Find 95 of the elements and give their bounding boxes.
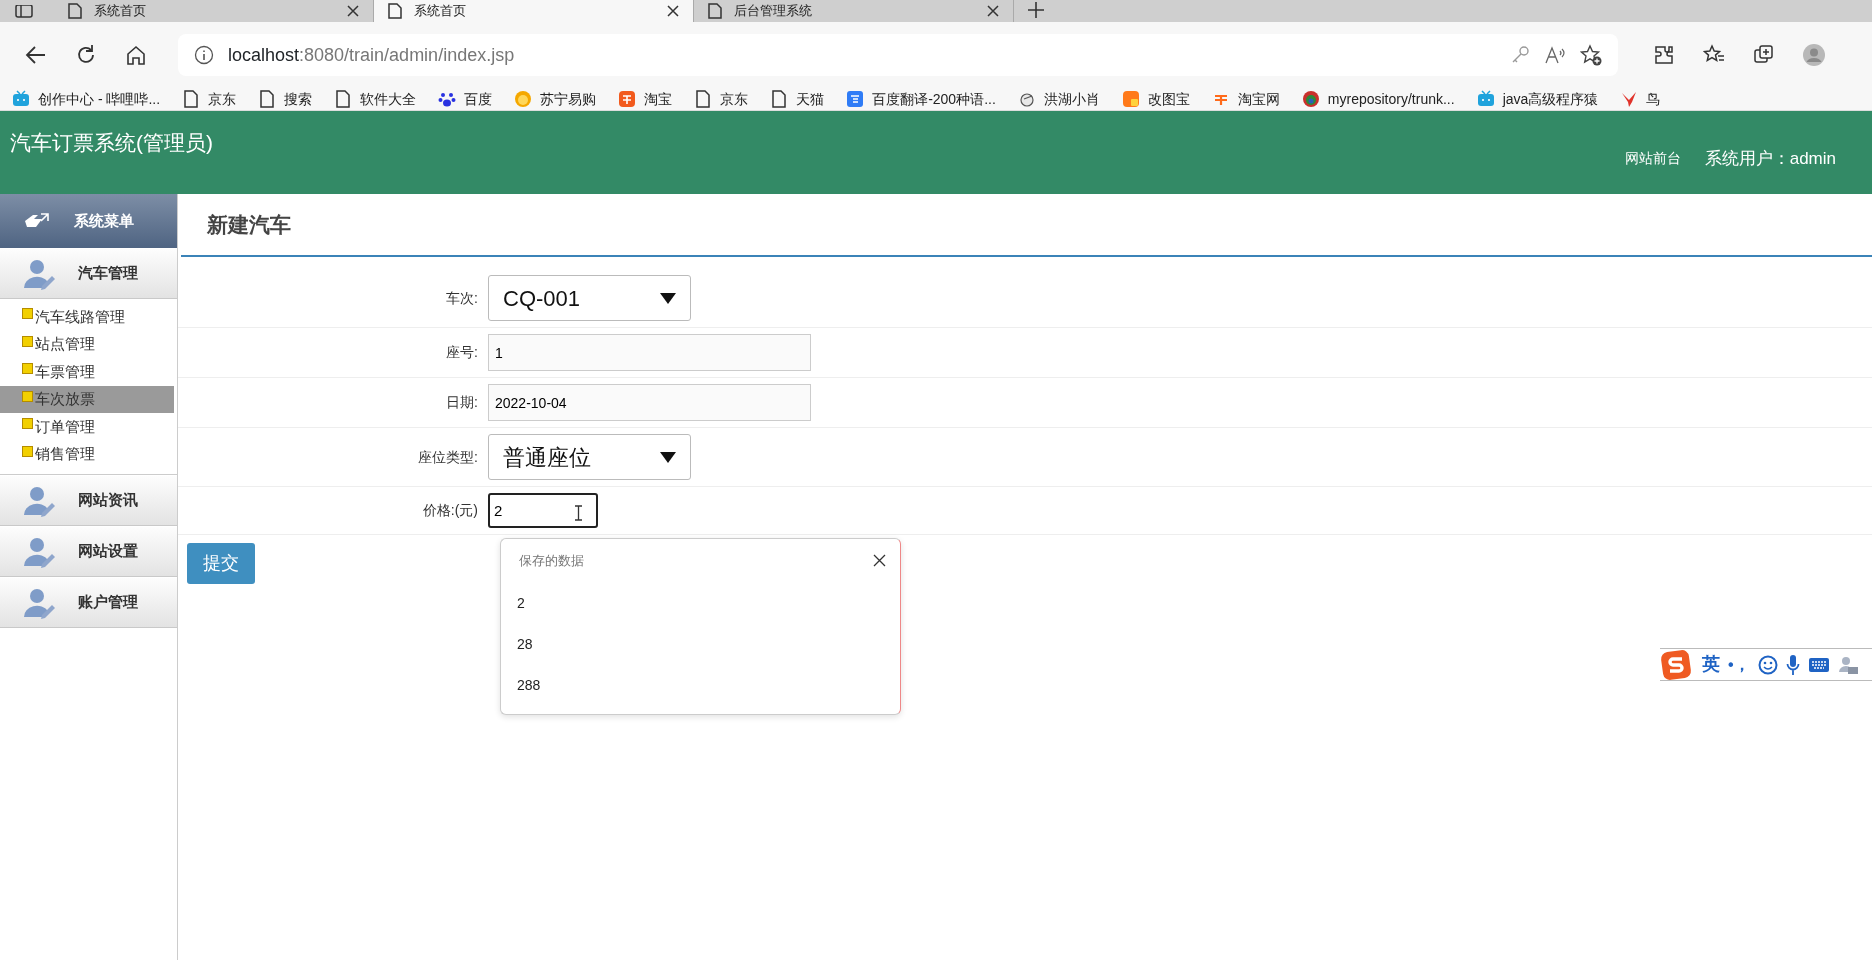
bookmark-link[interactable]: 京东 bbox=[694, 88, 749, 110]
bullet-icon bbox=[22, 445, 33, 457]
bookmark-link[interactable]: 百度翻译-200种语... bbox=[846, 88, 996, 110]
keyboard-icon[interactable] bbox=[1807, 656, 1830, 673]
field-label: 座位类型: bbox=[417, 447, 479, 467]
field-label: 座号: bbox=[445, 343, 479, 362]
sogou-logo-icon[interactable] bbox=[1660, 647, 1694, 682]
suggestion-item[interactable]: 2 bbox=[501, 582, 900, 624]
bookmark-link[interactable]: java高级程序猿 bbox=[1476, 88, 1599, 110]
page-icon bbox=[708, 3, 722, 19]
menu-group[interactable]: 网站资讯 bbox=[0, 475, 177, 526]
page-icon bbox=[388, 3, 402, 19]
page-icon bbox=[258, 90, 277, 108]
select-field[interactable]: CQ-001 bbox=[488, 275, 691, 321]
bullet-icon bbox=[22, 363, 33, 375]
bookmark-link[interactable]: 搜索 bbox=[258, 88, 313, 110]
bookmark-link[interactable]: 鸟 bbox=[1620, 88, 1661, 110]
key-icon[interactable] bbox=[1510, 45, 1530, 65]
bullet-icon bbox=[22, 390, 33, 402]
bookmark-link[interactable]: 淘宝网 bbox=[1211, 88, 1280, 110]
hand-arrow-icon bbox=[24, 212, 50, 230]
menu-item[interactable]: 站点管理 bbox=[0, 330, 174, 358]
menu-group[interactable]: 账户管理 bbox=[0, 577, 177, 628]
field-label: 日期: bbox=[445, 393, 479, 412]
dropdown-icon bbox=[660, 292, 676, 304]
close-icon[interactable] bbox=[987, 5, 999, 17]
bullet-icon bbox=[22, 308, 33, 320]
user-icon[interactable] bbox=[1837, 654, 1858, 675]
collections-icon[interactable] bbox=[1753, 44, 1775, 66]
new-tab-icon[interactable] bbox=[1028, 2, 1044, 18]
user-edit-icon bbox=[22, 484, 56, 517]
suggestion-item[interactable]: 28 bbox=[501, 623, 900, 665]
dropdown-icon bbox=[660, 451, 676, 463]
page-icon bbox=[694, 90, 713, 108]
input-mode-toggle[interactable]: 英 bbox=[1702, 651, 1720, 678]
input-field[interactable]: 1 bbox=[488, 334, 811, 371]
browser-tab[interactable]: 系统首页 bbox=[374, 0, 694, 22]
smiley-icon[interactable] bbox=[1757, 654, 1778, 675]
home-icon[interactable] bbox=[125, 44, 147, 66]
suggestion-item[interactable]: 288 bbox=[501, 664, 900, 706]
popup-title: 保存的数据 bbox=[519, 552, 584, 570]
user-label: 系统用户：admin bbox=[1704, 147, 1836, 170]
bookmark-link[interactable]: 软件大全 bbox=[334, 88, 417, 110]
user-edit-icon bbox=[22, 586, 56, 619]
punctuation-toggle[interactable]: •， bbox=[1728, 652, 1750, 677]
back-icon[interactable] bbox=[25, 44, 47, 66]
read-aloud-icon[interactable] bbox=[1544, 45, 1566, 65]
page-icon bbox=[68, 3, 82, 19]
menu-group[interactable]: 网站设置 bbox=[0, 526, 177, 577]
refresh-icon[interactable] bbox=[75, 44, 97, 66]
menu-item[interactable]: 汽车线路管理 bbox=[0, 303, 174, 331]
extensions-icon[interactable] bbox=[1653, 44, 1675, 66]
menu-item[interactable]: 车票管理 bbox=[0, 358, 174, 386]
select-field[interactable]: 普通座位 bbox=[488, 434, 691, 480]
app-title: 汽车订票系统(管理员) bbox=[10, 129, 214, 156]
bookmark-link[interactable]: 天猫 bbox=[770, 88, 825, 110]
close-icon[interactable] bbox=[667, 5, 679, 17]
microphone-icon[interactable] bbox=[1785, 653, 1800, 676]
page-icon bbox=[770, 90, 789, 108]
bullet-icon bbox=[22, 335, 33, 347]
bookmark-link[interactable]: myrepository/trunk... bbox=[1301, 88, 1455, 110]
user-edit-icon bbox=[22, 535, 56, 568]
info-icon bbox=[194, 45, 214, 65]
menu-item[interactable]: 车次放票 bbox=[0, 385, 174, 413]
text-cursor-icon bbox=[574, 505, 583, 521]
favorite-add-icon[interactable] bbox=[1580, 44, 1602, 66]
circle-logo-icon bbox=[1301, 90, 1320, 108]
bullet-icon bbox=[22, 418, 33, 430]
field-label: 车次: bbox=[445, 288, 479, 308]
input-field[interactable]: 2022-10-04 bbox=[488, 384, 811, 421]
app-icon bbox=[1121, 90, 1140, 108]
bookmark-link[interactable]: 洪湖小肖 bbox=[1017, 88, 1100, 110]
form-title: 新建汽车 bbox=[181, 194, 1872, 257]
bookmark-link[interactable]: 京东 bbox=[182, 88, 237, 110]
page-icon bbox=[334, 90, 353, 108]
site-front-link[interactable]: 网站前台 bbox=[1624, 148, 1681, 169]
user-edit-icon bbox=[22, 257, 56, 290]
close-icon[interactable] bbox=[873, 554, 886, 568]
paw-icon bbox=[438, 90, 457, 108]
bookmark-link[interactable]: 改图宝 bbox=[1121, 88, 1190, 110]
input-field[interactable]: 2 bbox=[488, 493, 598, 528]
sidebar-title: 系统菜单 bbox=[74, 210, 134, 231]
bookmark-link[interactable]: 创作中心 - 哔哩哔... bbox=[12, 88, 161, 110]
bookmark-link[interactable]: 百度 bbox=[438, 88, 493, 110]
field-label: 价格:(元) bbox=[421, 501, 479, 520]
page-icon bbox=[182, 90, 201, 108]
profile-avatar-icon[interactable] bbox=[1803, 44, 1825, 66]
menu-item[interactable]: 订单管理 bbox=[0, 413, 174, 441]
bookmark-link[interactable]: 淘宝 bbox=[618, 88, 673, 110]
tab-actions-icon[interactable] bbox=[14, 5, 34, 19]
close-icon[interactable] bbox=[347, 5, 359, 17]
submit-button[interactable]: 提交 bbox=[187, 543, 255, 584]
bookmark-link[interactable]: 苏宁易购 bbox=[514, 88, 597, 110]
menu-group[interactable]: 汽车管理 bbox=[0, 248, 177, 299]
menu-item[interactable]: 销售管理 bbox=[0, 440, 174, 468]
